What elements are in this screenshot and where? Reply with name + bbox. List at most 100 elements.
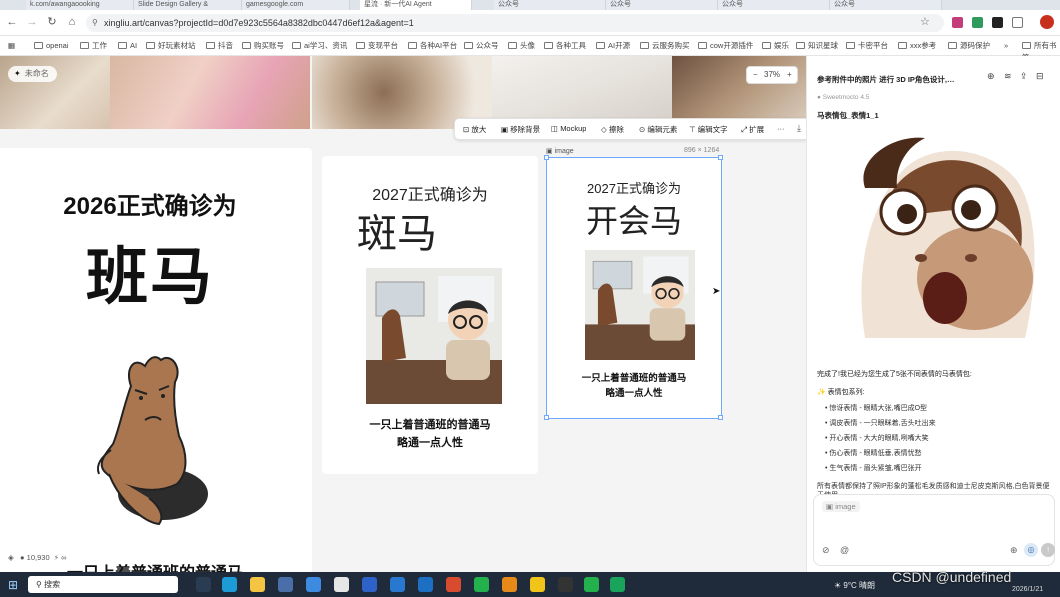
task-view-icon[interactable] [196, 577, 211, 592]
app-icon[interactable] [502, 577, 517, 592]
ie-icon[interactable] [390, 577, 405, 592]
app-icon[interactable] [446, 577, 461, 592]
apps-grid-icon[interactable]: ▦ [8, 40, 15, 52]
selected-image-card[interactable]: 2027正式确诊为 开会马 一只上着普通班的普通马 略通一点人性 [544, 155, 723, 420]
clock-date[interactable]: 2026/1/21 [1012, 586, 1043, 593]
browser-tab-active[interactable]: 星流 · 新一代AI Agent [360, 0, 472, 10]
bookmark-folder[interactable]: 工作 [80, 40, 107, 52]
layers-icon[interactable]: ◈ [8, 553, 14, 562]
file-explorer-icon[interactable] [250, 577, 265, 592]
collapse-panel-icon[interactable]: ⊟ [1036, 71, 1044, 82]
credits-status: ◈ ● 10,930 ⚡ ∞ [8, 553, 67, 562]
forward-icon[interactable]: → [24, 14, 40, 30]
bookmark-folder[interactable]: 头像 [508, 40, 535, 52]
expand-button[interactable]: ⤢ 扩展 [741, 124, 764, 135]
resize-handle[interactable] [718, 415, 723, 420]
history-icon[interactable]: ≋ [1004, 71, 1012, 82]
chat-input-box[interactable]: ▣ image ⊘ @ ⊕ ◎ ↑ [813, 494, 1055, 566]
app-icon[interactable] [530, 577, 545, 592]
bookmark-folder[interactable]: AI开源 [596, 40, 630, 52]
weather-widget[interactable]: ☀ 9°C 晴朗 [834, 580, 875, 591]
canvas-image-card[interactable]: 2026正式确诊为 班马 一只上着普通班的普通马 [0, 148, 312, 582]
back-icon[interactable]: ← [4, 14, 20, 30]
canvas-image-card[interactable]: 2027正式确诊为 斑马 一只上着普通班的普通马 略通一点人性 [322, 156, 538, 474]
edit-elements-button[interactable]: ⊙ 编辑元素 [639, 124, 677, 135]
url-input[interactable]: ⚲ xingliu.art/canvas?projectId=d0d7e923c… [86, 14, 944, 32]
bookmark-folder[interactable]: 购买账号 [242, 40, 284, 52]
bookmark-folder[interactable]: 源码保护 [948, 40, 990, 52]
project-name-pill[interactable]: ✦ 未命名 [8, 66, 57, 82]
bookmark-folder[interactable]: cow开源插件 [698, 40, 753, 52]
bookmark-folder[interactable]: openai [34, 40, 69, 52]
mention-icon[interactable]: @ [840, 545, 849, 555]
canvas-photo[interactable] [110, 56, 310, 129]
bookmark-folder[interactable]: 变现平台 [356, 40, 398, 52]
app-icon[interactable] [362, 577, 377, 592]
bookmark-folder[interactable]: 卡密平台 [846, 40, 888, 52]
browser-tab[interactable]: 公众号 [718, 0, 830, 10]
edit-text-button[interactable]: ⊤ 编辑文字 [689, 124, 728, 135]
bookmark-folder[interactable]: 抖音 [206, 40, 233, 52]
zoom-out-icon[interactable]: − [753, 67, 758, 83]
bookmark-folder[interactable]: 好玩素材站 [146, 40, 196, 52]
bookmark-folder[interactable]: ai学习、资讯 [292, 40, 347, 52]
more-button[interactable]: ··· [777, 124, 785, 133]
attach-icon[interactable]: ⊘ [822, 545, 830, 556]
bookmark-folder[interactable]: xxx参考 [898, 40, 936, 52]
remove-background-button[interactable]: ▣ 移除背景 [501, 124, 540, 135]
taskbar-search-input[interactable]: ⚲ 搜索 [28, 576, 178, 593]
new-chat-icon[interactable]: ⊕ [987, 71, 995, 82]
bookmark-folder[interactable]: AI [118, 40, 137, 52]
windows-start-icon[interactable]: ⊞ [8, 578, 18, 592]
extension-icon[interactable] [972, 17, 983, 28]
share-icon[interactable]: ⇪ [1020, 71, 1028, 82]
app-icon[interactable] [558, 577, 573, 592]
bookmark-folder[interactable]: 知识星球 [796, 40, 838, 52]
browser-tab[interactable]: 公众号 [494, 0, 606, 10]
erase-button[interactable]: ◇ 擦除 [601, 124, 624, 135]
attached-image-chip[interactable]: ▣ image [822, 501, 860, 512]
app-icon[interactable] [278, 577, 293, 592]
site-info-icon[interactable]: ⚲ [92, 14, 98, 32]
send-button[interactable]: ↑ [1041, 543, 1055, 557]
office-horse-image[interactable] [366, 268, 502, 404]
meeting-horse-image[interactable] [585, 250, 695, 360]
bookmark-star-icon[interactable]: ☆ [920, 15, 930, 28]
mockup-button[interactable]: ◫ Mockup [551, 124, 586, 133]
card-title: 斑马 [357, 212, 437, 256]
resize-handle[interactable] [718, 155, 723, 160]
more-bookmarks-icon[interactable]: » [1004, 40, 1008, 52]
zoom-in-icon[interactable]: + [787, 67, 792, 83]
profile-avatar[interactable] [1040, 15, 1054, 29]
wechat-icon[interactable] [474, 577, 489, 592]
surprised-horse-image[interactable] [825, 128, 1041, 353]
all-bookmarks-folder[interactable]: 所有书签 [1022, 40, 1060, 62]
app-icon[interactable] [610, 577, 625, 592]
browser-tab[interactable]: Slide Design Gallery & [134, 0, 242, 10]
browser-tab[interactable]: k.com/awangaoooking [26, 0, 134, 10]
app-icon[interactable] [584, 577, 599, 592]
browser-tab[interactable]: 公众号 [606, 0, 718, 10]
resize-handle[interactable] [544, 155, 549, 160]
bookmark-folder[interactable]: 公众号 [464, 40, 499, 52]
app-icon[interactable] [306, 577, 321, 592]
reload-icon[interactable]: ↻ [44, 14, 60, 30]
extension-icon[interactable] [952, 17, 963, 28]
browser-tab[interactable]: 公众号 [830, 0, 942, 10]
extension-icon[interactable] [992, 17, 1003, 28]
vscode-icon[interactable] [418, 577, 433, 592]
bookmark-folder[interactable]: 云服务购买 [640, 40, 690, 52]
browser-tab[interactable]: gamesgoogle.com [242, 0, 350, 10]
home-icon[interactable]: ⌂ [64, 14, 80, 30]
download-icon[interactable]: ⤓ [797, 123, 801, 134]
bookmark-folder[interactable]: 各种AI平台 [408, 40, 457, 52]
bookmark-folder[interactable]: 娱乐 [762, 40, 789, 52]
edge-browser-icon[interactable] [222, 577, 237, 592]
extensions-puzzle-icon[interactable] [1012, 17, 1023, 28]
upscale-button[interactable]: ⊡ 放大 [463, 124, 486, 135]
mode-toggle-icon[interactable]: ◎ [1024, 543, 1038, 557]
resize-handle[interactable] [544, 415, 549, 420]
globe-icon[interactable]: ⊕ [1010, 545, 1018, 556]
bookmark-folder[interactable]: 各种工具 [544, 40, 586, 52]
chrome-icon[interactable] [334, 577, 349, 592]
